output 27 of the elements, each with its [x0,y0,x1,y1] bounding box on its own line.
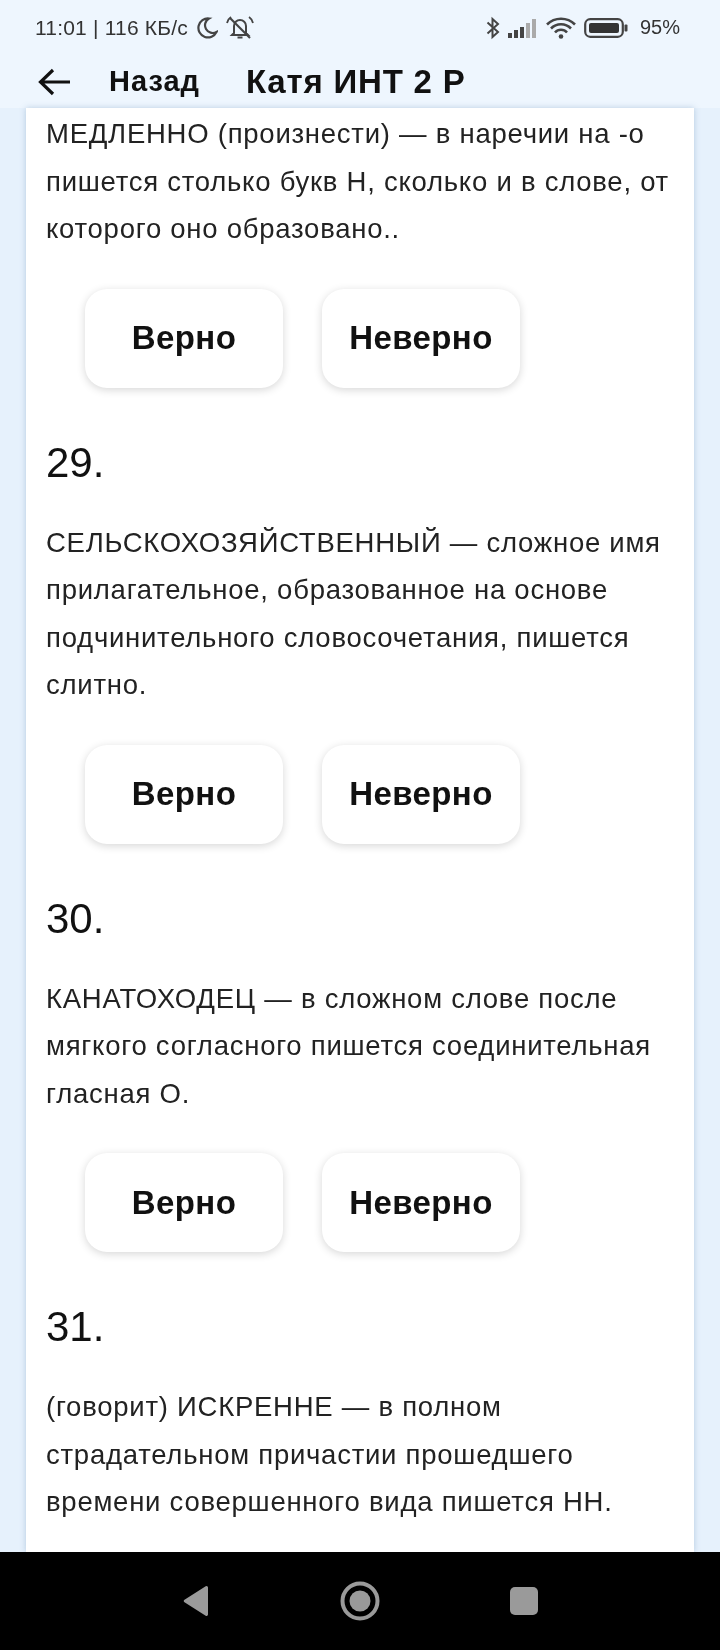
answer-button[interactable]: Верно [85,744,283,844]
question-text: МЕДЛЕННО (произнести) — в наречии на -о пишется столько букв Н, сколько и в слове, от которого оно образовано.. [46,117,670,246]
back-arrow-icon [38,67,71,96]
back-button[interactable]: Назад [38,65,200,98]
home-icon[interactable] [340,1581,380,1621]
question-text: СЕЛЬСКОХОЗЯЙСТВЕННЫЙ — сложное имя прилагательное, образованное на основе подчинительного словосочетания, пишется слитно. [46,525,662,702]
bell-off-icon [226,14,254,41]
battery-percent: 95% [639,16,680,39]
status-time: 11:01 | 116 КБ/с [35,15,188,40]
question-text: (говорит) ИСКРЕННЕ — в полном страдательном причастии прошедшего времени совершенного вида пишется НН. [46,1390,614,1519]
answer-button[interactable]: Верно [85,1153,283,1252]
question-number: 31. [46,1304,106,1350]
question-number: 30. [46,895,106,942]
signal-icon [507,17,538,38]
back-icon[interactable] [182,1585,210,1617]
answer-button[interactable]: Неверно [322,288,520,388]
answer-button[interactable]: Неверно [322,1153,520,1252]
wifi-icon [545,16,576,39]
question-number: 29. [46,439,106,486]
recents-icon[interactable] [510,1587,538,1615]
answer-button[interactable]: Неверно [322,744,520,844]
moon-icon [196,16,218,39]
question-text: КАНАТОХОДЕЦ — в сложном слове после мягкого согласного пишется соединительная гласная О. [46,981,652,1111]
bluetooth-icon [485,15,500,40]
page-title: Катя ИНТ 2 Р [246,62,466,101]
battery-icon [583,17,628,38]
answer-button[interactable]: Верно [85,288,283,388]
